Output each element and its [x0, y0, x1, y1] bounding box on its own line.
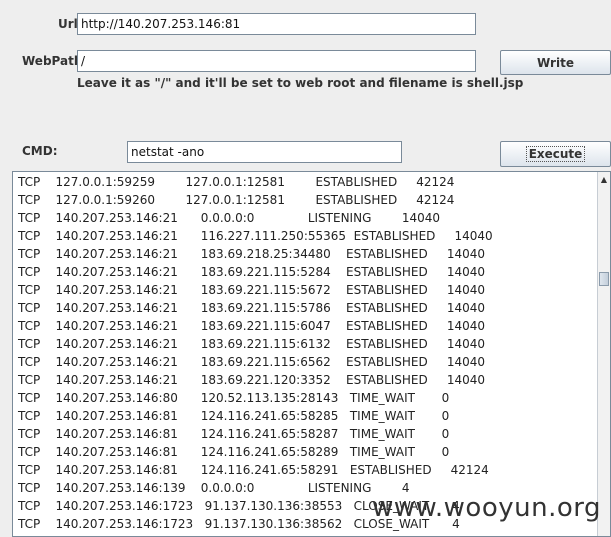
cmd-input[interactable]: netstat -ano	[127, 141, 402, 163]
output-line: TCP 140.207.253.146:21 183.69.221.115:57…	[18, 301, 485, 315]
output-line: TCP 140.207.253.146:21 183.69.221.120:33…	[18, 373, 485, 387]
url-input[interactable]: http://140.207.253.146:81	[77, 13, 476, 35]
output-line: TCP 127.0.0.1:59260 127.0.0.1:12581 ESTA…	[18, 193, 455, 207]
output-line: TCP 140.207.253.146:21 183.69.221.115:60…	[18, 319, 485, 333]
output-textarea[interactable]: TCP 127.0.0.1:59259 127.0.0.1:12581 ESTA…	[12, 171, 611, 537]
scroll-thumb[interactable]	[599, 272, 609, 286]
output-line: TCP 140.207.253.146:21 183.69.218.25:344…	[18, 247, 485, 261]
output-line: TCP 140.207.253.146:21 183.69.221.115:52…	[18, 265, 485, 279]
arrow-up-icon[interactable]: ▲	[598, 172, 610, 186]
execute-button-label: Execute	[525, 146, 586, 162]
output-line: TCP 140.207.253.146:1723 183.69.221.114:…	[18, 533, 493, 536]
output-line: TCP 140.207.253.146:21 116.227.111.250:5…	[18, 229, 493, 243]
output-line: TCP 140.207.253.146:81 124.116.241.65:58…	[18, 427, 450, 441]
webpath-hint: Leave it as "/" and it'll be set to web …	[77, 76, 524, 90]
webpath-input[interactable]: /	[77, 50, 476, 72]
output-lines: TCP 127.0.0.1:59259 127.0.0.1:12581 ESTA…	[18, 173, 493, 536]
execute-button[interactable]: Execute	[500, 141, 611, 167]
write-button-label: Write	[537, 55, 574, 70]
output-line: TCP 140.207.253.146:21 0.0.0.0:0 LISTENI…	[18, 211, 441, 225]
watermark: www.wooyun.org	[371, 493, 601, 523]
output-line: TCP 140.207.253.146:81 124.116.241.65:58…	[18, 463, 489, 477]
output-line: TCP 140.207.253.146:21 183.69.221.115:61…	[18, 337, 485, 351]
output-line: TCP 140.207.253.146:21 183.69.221.115:56…	[18, 283, 485, 297]
output-line: TCP 127.0.0.1:59259 127.0.0.1:12581 ESTA…	[18, 175, 455, 189]
vertical-scrollbar[interactable]: ▲	[597, 172, 610, 536]
output-line: TCP 140.207.253.146:81 124.116.241.65:58…	[18, 445, 450, 459]
write-button[interactable]: Write	[500, 50, 611, 75]
output-line: TCP 140.207.253.146:80 120.52.113.135:28…	[18, 391, 450, 405]
output-line: TCP 140.207.253.146:81 124.116.241.65:58…	[18, 409, 450, 423]
cmd-label: CMD:	[22, 144, 58, 158]
output-line: TCP 140.207.253.146:21 183.69.221.115:65…	[18, 355, 485, 369]
